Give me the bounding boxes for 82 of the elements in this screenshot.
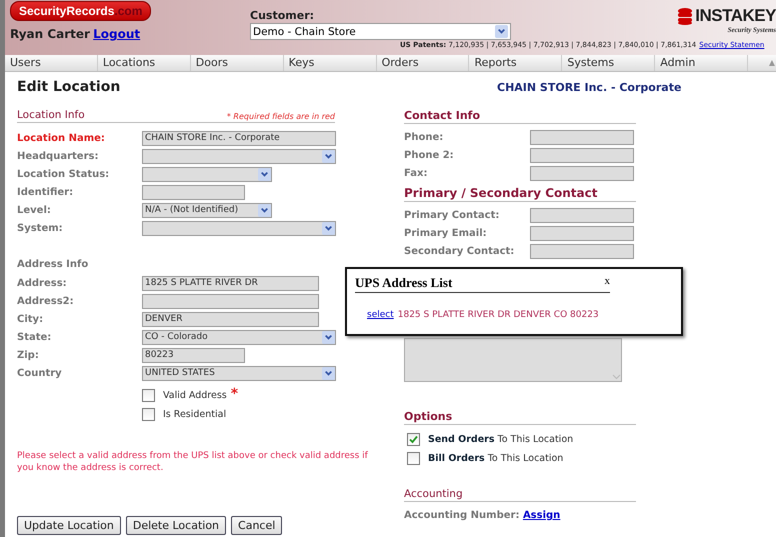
scroll-down-icon[interactable]	[612, 372, 621, 381]
field-label: Primary Email:	[404, 228, 488, 238]
text-field[interactable]	[530, 226, 634, 240]
nav-tab[interactable]: Systems	[562, 55, 656, 71]
logout-link[interactable]: Logout	[93, 27, 140, 41]
select-field[interactable]	[142, 220, 336, 236]
text-field[interactable]	[142, 184, 245, 200]
field-label: Fax:	[404, 168, 428, 178]
field-label: Identifier:	[17, 186, 74, 198]
checkbox[interactable]	[407, 452, 420, 465]
field-label: Zip:	[17, 350, 40, 360]
select-field[interactable]: UNITED STATES	[142, 366, 336, 380]
text-field[interactable]	[530, 130, 634, 144]
checkbox[interactable]	[407, 433, 420, 446]
customer-select[interactable]: Demo - Chain Store	[250, 23, 511, 40]
section-heading: Accounting	[404, 488, 463, 500]
nav-tab[interactable]: Locations	[98, 55, 191, 71]
checkbox[interactable]	[142, 408, 155, 421]
field-label: Headquarters:	[17, 150, 100, 162]
page-title: Edit Location	[17, 79, 122, 95]
popup-title: UPS Address List	[355, 275, 452, 291]
section-heading: Options	[404, 410, 452, 423]
site-logo: SecurityRecords.com	[10, 1, 152, 21]
section-heading: Contact Info	[404, 109, 480, 122]
text-field[interactable]	[530, 244, 634, 258]
field-label: Location Name:	[17, 132, 106, 144]
nav-tab[interactable]: Keys	[284, 55, 377, 71]
text-field[interactable]: 1825 S PLATTE RIVER DR	[142, 276, 319, 290]
field-label: Location Status:	[17, 168, 110, 180]
checkbox-label: Send Orders To This Location	[428, 434, 574, 445]
text-field[interactable]: CHAIN STORE Inc. - Corporate	[142, 130, 336, 146]
form-button[interactable]: Delete Location	[126, 516, 226, 535]
field-label: Country	[17, 368, 63, 378]
assign-link[interactable]: Assign	[522, 510, 560, 521]
text-field[interactable]	[530, 208, 634, 222]
section-heading: Address Info	[17, 259, 90, 270]
field-label: Primary Contact:	[404, 210, 500, 220]
nav-tab[interactable]: Doors	[190, 55, 284, 71]
field-label: System:	[17, 222, 64, 234]
nav-tab[interactable]: Admin	[655, 55, 748, 71]
required-marker: *	[230, 386, 238, 402]
checkbox[interactable]	[142, 389, 155, 402]
field-label: Phone:	[404, 132, 444, 142]
form-button[interactable]: Cancel	[231, 516, 282, 535]
select-field[interactable]	[142, 166, 272, 182]
checkbox-label: Bill Orders To This Location	[428, 453, 564, 464]
field-label: Level:	[17, 204, 52, 216]
text-field[interactable]	[530, 148, 634, 162]
required-note: * Required fields are in red	[226, 112, 335, 121]
field-label: Secondary Contact:	[404, 246, 516, 256]
select-field[interactable]: N/A - (Not Identified)	[142, 202, 272, 218]
field-label: Address2:	[17, 296, 75, 306]
nav-tab[interactable]: Reports	[469, 55, 562, 71]
address-text: 1825 S PLATTE RIVER DR DENVER CO 80223	[398, 310, 599, 320]
select-link[interactable]: select	[367, 310, 394, 320]
location-heading: CHAIN STORE Inc. - Corporate	[497, 80, 682, 94]
text-field[interactable]	[142, 294, 319, 308]
section-heading: Primary / Secondary Contact	[404, 186, 598, 200]
field-label: Accounting Number:	[404, 510, 520, 521]
text-field[interactable]: DENVER	[142, 312, 319, 326]
nav-tab[interactable]: Orders	[376, 55, 470, 71]
section-heading: Location Info	[17, 109, 85, 121]
form-button[interactable]: Update Location	[17, 516, 121, 535]
close-button[interactable]: x	[604, 275, 610, 291]
text-field[interactable]: 80223	[142, 348, 245, 362]
database-icon	[678, 8, 692, 24]
select-field[interactable]: CO - Colorado	[142, 330, 336, 344]
text-area[interactable]	[404, 338, 622, 382]
checkbox-label: Valid Address	[163, 390, 227, 401]
validation-message: Please select a valid address from the UPS list above or check valid address if you know the address is correct.	[17, 450, 369, 474]
checkbox-label: Is Residential	[163, 409, 226, 420]
text-field[interactable]	[530, 166, 634, 180]
user-name: Ryan Carter	[10, 27, 90, 41]
select-field[interactable]	[142, 148, 336, 164]
brand-name: INSTAKEY	[695, 6, 776, 26]
nav-tab[interactable]: Users	[5, 55, 98, 71]
field-label: Phone 2:	[404, 150, 455, 160]
customer-label: Customer:	[250, 9, 316, 22]
field-label: City:	[17, 314, 44, 324]
field-label: Address:	[17, 278, 68, 288]
field-label: State:	[17, 332, 52, 342]
scroll-up-icon[interactable]	[768, 59, 776, 67]
